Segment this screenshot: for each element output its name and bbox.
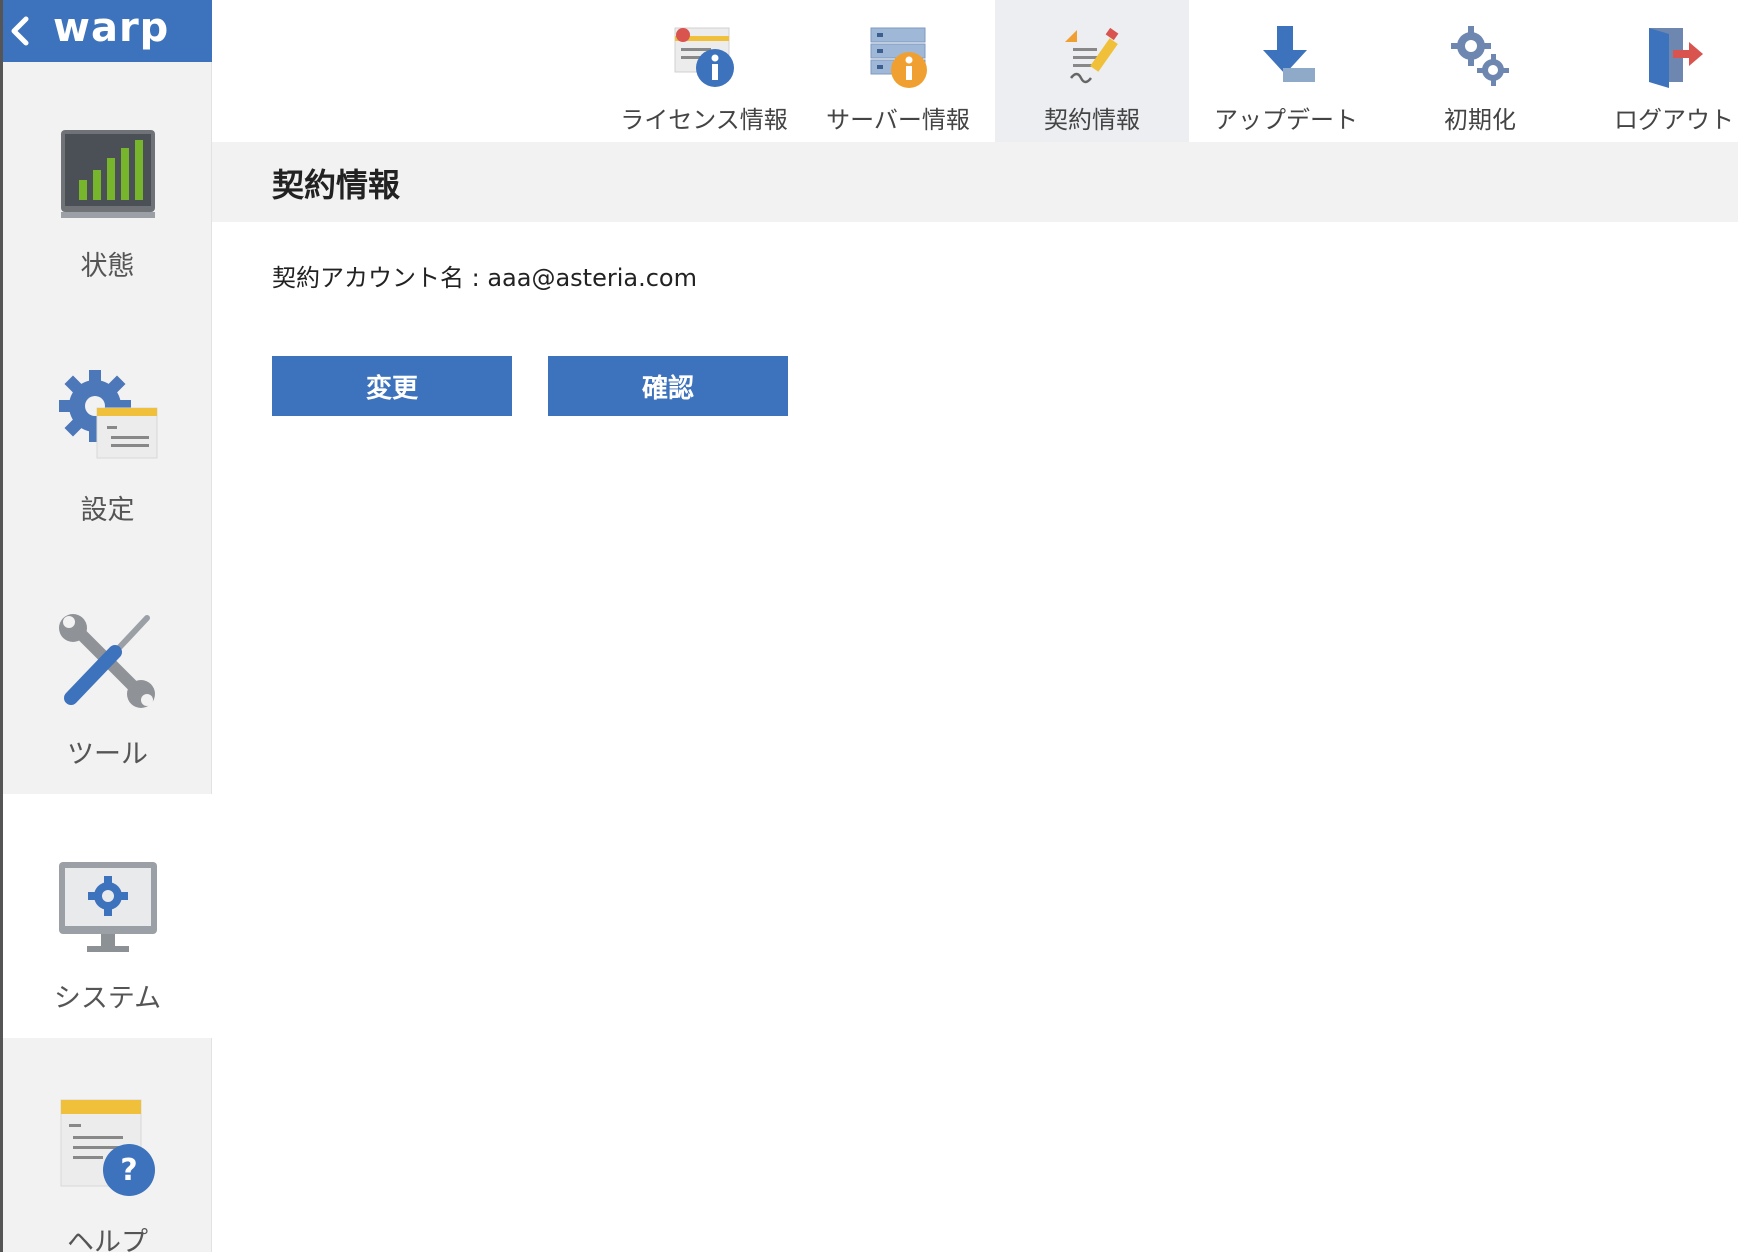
- sidebar-item-system[interactable]: システム: [3, 794, 212, 1038]
- page-title: 契約情報: [272, 166, 401, 204]
- logo-bar[interactable]: warp: [3, 0, 212, 62]
- bar-chart-icon: [53, 118, 163, 228]
- nav-license-info[interactable]: ライセンス情報: [607, 0, 801, 142]
- contract-account-name: 契約アカウント名 : aaa@asteria.com: [272, 264, 697, 292]
- nav-logout[interactable]: ログアウト: [1577, 0, 1738, 142]
- change-button[interactable]: 変更: [272, 356, 512, 416]
- nav-label: 契約情報: [1044, 106, 1140, 134]
- svg-text:?: ?: [120, 1153, 137, 1188]
- help-document-icon: ?: [53, 1094, 163, 1204]
- contract-edit-icon: [1057, 22, 1127, 92]
- content-area: 契約アカウント名 : aaa@asteria.com 変更 確認: [272, 258, 788, 416]
- nav-contract-info[interactable]: 契約情報: [995, 0, 1189, 142]
- sidebar-item-label: ツール: [67, 739, 148, 770]
- nav-label: サーバー情報: [826, 106, 970, 134]
- sidebar: warp 状態 設定 ツール システム ? ヘルプ: [0, 0, 212, 1252]
- update-download-icon: [1251, 22, 1321, 92]
- sidebar-item-label: 状態: [80, 251, 135, 282]
- nav-label: 初期化: [1444, 106, 1516, 134]
- nav-label: ライセンス情報: [620, 106, 788, 134]
- button-row: 変更 確認: [272, 356, 788, 416]
- app-logo: warp: [53, 5, 170, 51]
- server-info-icon: [863, 22, 933, 92]
- sidebar-item-label: ヘルプ: [67, 1227, 148, 1252]
- sidebar-item-help[interactable]: ? ヘルプ: [3, 1038, 212, 1252]
- sidebar-item-settings[interactable]: 設定: [3, 306, 212, 550]
- back-chevron-icon[interactable]: [3, 0, 37, 62]
- app-window: warp 状態 設定 ツール システム ? ヘルプ ライセンス情報 サーバー情報…: [0, 0, 1738, 1252]
- nav-update[interactable]: アップデート: [1189, 0, 1383, 142]
- system-monitor-icon: [53, 850, 163, 960]
- nav-label: アップデート: [1214, 106, 1358, 134]
- license-info-icon: [669, 22, 739, 92]
- logout-icon: [1639, 22, 1709, 92]
- sidebar-item-tools[interactable]: ツール: [3, 550, 212, 794]
- tools-icon: [53, 606, 163, 716]
- nav-label: ログアウト: [1614, 106, 1734, 134]
- settings-gear-icon: [53, 362, 163, 472]
- nav-server-info[interactable]: サーバー情報: [801, 0, 995, 142]
- sidebar-item-label: システム: [53, 983, 162, 1014]
- confirm-button[interactable]: 確認: [548, 356, 788, 416]
- page-header: 契約情報: [212, 142, 1738, 222]
- nav-initialize[interactable]: 初期化: [1383, 0, 1577, 142]
- initialize-gears-icon: [1445, 22, 1515, 92]
- sidebar-item-status[interactable]: 状態: [3, 62, 212, 306]
- sidebar-item-label: 設定: [80, 495, 135, 526]
- top-nav: ライセンス情報 サーバー情報 契約情報 アップデート 初期化 ログアウト: [212, 0, 1738, 142]
